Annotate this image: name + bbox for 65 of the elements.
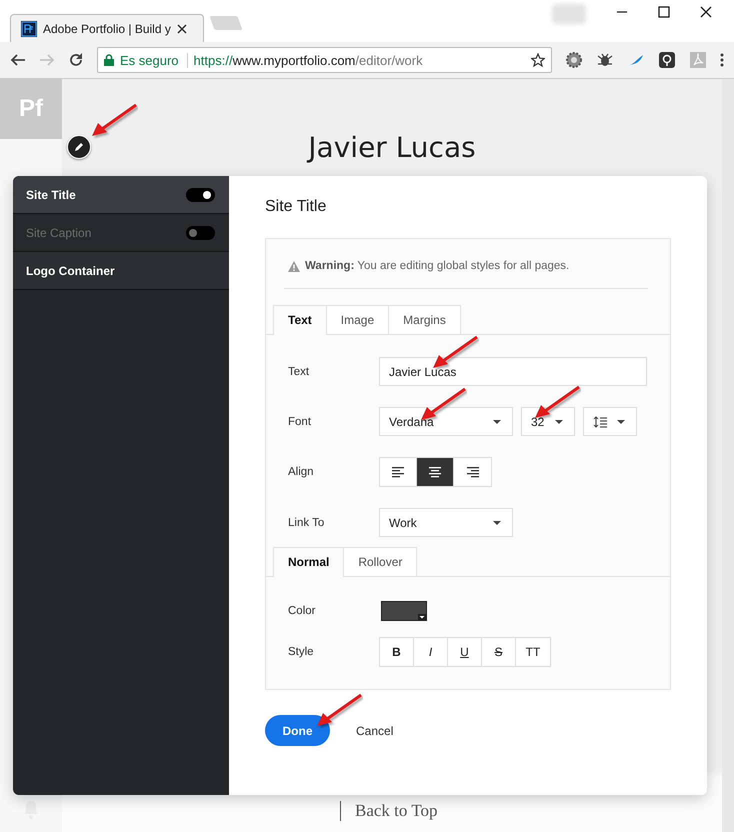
back-to-top-link[interactable]: Back to Top [340,801,438,821]
line-height-dropdown[interactable] [583,407,637,436]
caret-icon [493,520,501,524]
align-button[interactable] [380,458,417,486]
panel-item[interactable]: Logo Container [13,252,229,290]
tab[interactable]: Image [326,305,390,334]
field-label: Font [288,416,312,428]
text-style-button[interactable]: S [482,638,516,666]
scrollbar[interactable] [722,79,734,832]
address-bar[interactable]: Es seguro https://www.myportfolio.com/editor/work [97,47,552,73]
toggle-switch[interactable] [186,188,215,202]
field-label: Style [288,646,315,658]
reload-icon[interactable] [68,52,84,68]
align-button[interactable] [454,458,491,486]
link-dropdown[interactable]: Work [379,508,513,537]
font-size-dropdown[interactable]: 32 [521,407,575,436]
tab[interactable]: Text [273,305,327,335]
gear-icon[interactable] [565,51,583,69]
tab-title: Adobe Portfolio | Build y [43,22,171,36]
tab[interactable]: Margins [389,305,461,334]
edit-button[interactable] [67,135,91,159]
cancel-button[interactable]: Cancel [356,724,394,738]
panel-item[interactable]: Site Title [13,176,229,214]
text-style-button[interactable]: TT [516,638,550,666]
warning-icon [288,260,300,272]
tab[interactable]: Normal [273,547,344,577]
close-icon[interactable] [176,24,187,34]
color-swatch[interactable] [381,601,427,621]
text-style-button[interactable]: U [448,638,482,666]
close-icon[interactable] [700,6,712,18]
maximize-icon[interactable] [658,6,670,18]
site-title: Javier Lucas [308,131,476,164]
caret-icon [493,420,501,424]
tab[interactable]: Rollover [344,547,418,576]
bell-icon [21,798,41,820]
text-style-button[interactable]: B [380,638,414,666]
lock-icon [104,54,114,66]
line-height-icon [593,416,607,428]
align-center-icon [429,466,441,478]
menu-icon[interactable] [720,53,724,67]
caret-icon [617,420,625,424]
pencil-icon [73,141,85,153]
field-label: Text [288,366,310,378]
field-label: Link To [288,516,326,528]
bulb-icon[interactable] [658,51,676,69]
url-text: https://www.myportfolio.com/editor/work [194,52,424,68]
field-label: Color [288,605,316,617]
browser-tab[interactable]: Adobe Portfolio | Build y [10,14,204,42]
secure-label: Es seguro [120,52,188,68]
bug-icon[interactable] [596,51,614,69]
star-icon[interactable] [531,53,545,67]
favicon-icon [21,20,37,36]
font-dropdown[interactable]: Verdana [379,407,513,436]
align-button[interactable] [417,458,454,486]
text-input[interactable]: Javier Lucas [379,357,647,386]
align-left-icon [392,466,404,478]
done-button[interactable]: Done [265,715,330,746]
back-arrow-icon[interactable] [10,52,26,68]
caret-icon [555,420,563,424]
text-style-button[interactable]: I [414,638,448,666]
caret-icon [418,614,426,620]
align-right-icon [466,466,478,478]
warning-text: Warning: You are editing global styles for all pages. [305,260,570,272]
panel-heading: Site Title [265,198,328,217]
field-label: Align [288,466,315,478]
